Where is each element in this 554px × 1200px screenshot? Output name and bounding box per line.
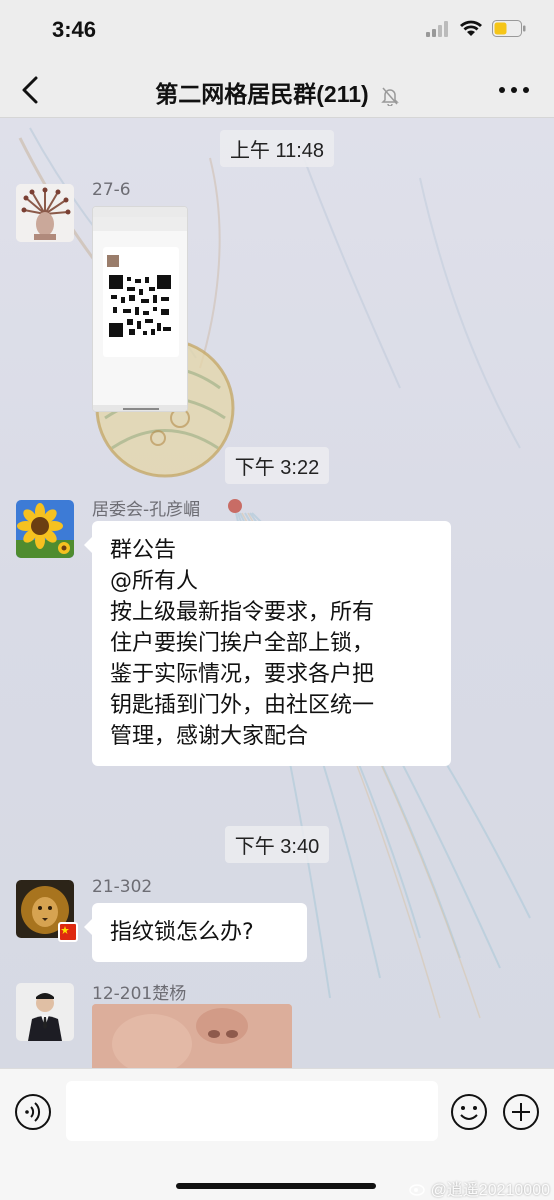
avatar-man-suit-icon	[16, 983, 74, 1041]
avatar[interactable]	[16, 880, 78, 942]
timestamp: 下午 3:40	[0, 826, 554, 863]
group-name: 第二网格居民群	[155, 82, 317, 108]
message-line: 群公告	[110, 538, 177, 563]
status-time: 3:46	[52, 17, 97, 42]
signal-icon	[426, 20, 448, 37]
timestamp-label: 下午 3:40	[224, 826, 330, 863]
face-photo-image	[92, 1004, 292, 1068]
chat-title: 第二网格居民群(211)	[0, 75, 554, 109]
timestamp-label: 上午 11:48	[219, 130, 335, 167]
avatar[interactable]	[16, 184, 74, 242]
sender-name: 居委会-孔彦嵋	[92, 500, 201, 520]
announcement-bubble[interactable]: 群公告 @所有人 按上级最新指令要求，所有 住户要挨门挨户全部上锁， 鉴于实际情…	[84, 521, 451, 766]
timestamp-label: 下午 3:22	[224, 447, 330, 484]
avatar-sunflower-icon	[16, 500, 74, 558]
emoji-icon[interactable]	[450, 1093, 488, 1131]
watermark: @逍遥20210000	[408, 1176, 550, 1200]
sender-name: 27-6	[92, 180, 131, 200]
plus-icon[interactable]	[502, 1093, 540, 1131]
chat-header: 第二网格居民群(211)	[0, 62, 554, 118]
message-line: 住户要挨门挨户全部上锁，	[110, 631, 375, 656]
message-input[interactable]	[66, 1081, 438, 1141]
mute-bell-icon	[380, 87, 399, 106]
watermark-text: @逍遥20210000	[430, 1182, 550, 1199]
status-bar: 3:46	[0, 0, 554, 62]
sender-name: 12-201楚杨	[92, 984, 187, 1004]
sender-name: 21-302	[92, 877, 153, 897]
more-dots-icon[interactable]	[496, 76, 532, 104]
image-message-photo[interactable]	[92, 1004, 292, 1068]
flag-badge-icon	[58, 922, 78, 942]
message-line: 钥匙插到门外，由社区统一	[110, 693, 375, 718]
timestamp: 上午 11:48	[0, 130, 554, 167]
timestamp: 下午 3:22	[0, 447, 554, 484]
status-icons	[426, 20, 526, 37]
avatar[interactable]	[16, 983, 74, 1041]
image-message-qr[interactable]	[92, 206, 188, 412]
message-line: 鉴于实际情况，要求各户把	[110, 662, 375, 687]
message-line: @所有人	[110, 569, 199, 594]
avatar-sculpture-icon	[16, 184, 74, 242]
avatar[interactable]	[16, 500, 74, 558]
message-line: 指纹锁怎么办?	[110, 920, 254, 945]
wifi-icon	[460, 20, 482, 36]
message-line: 管理，感谢大家配合	[110, 724, 309, 749]
battery-icon	[492, 20, 526, 37]
message-line: 按上级最新指令要求，所有	[110, 600, 375, 625]
home-indicator	[176, 1183, 376, 1189]
weibo-logo-icon	[408, 1184, 425, 1196]
message-bubble[interactable]: 指纹锁怎么办?	[84, 903, 307, 962]
member-count: (211)	[316, 81, 369, 107]
qr-screenshot-image	[93, 207, 187, 411]
voice-icon[interactable]	[14, 1093, 52, 1131]
